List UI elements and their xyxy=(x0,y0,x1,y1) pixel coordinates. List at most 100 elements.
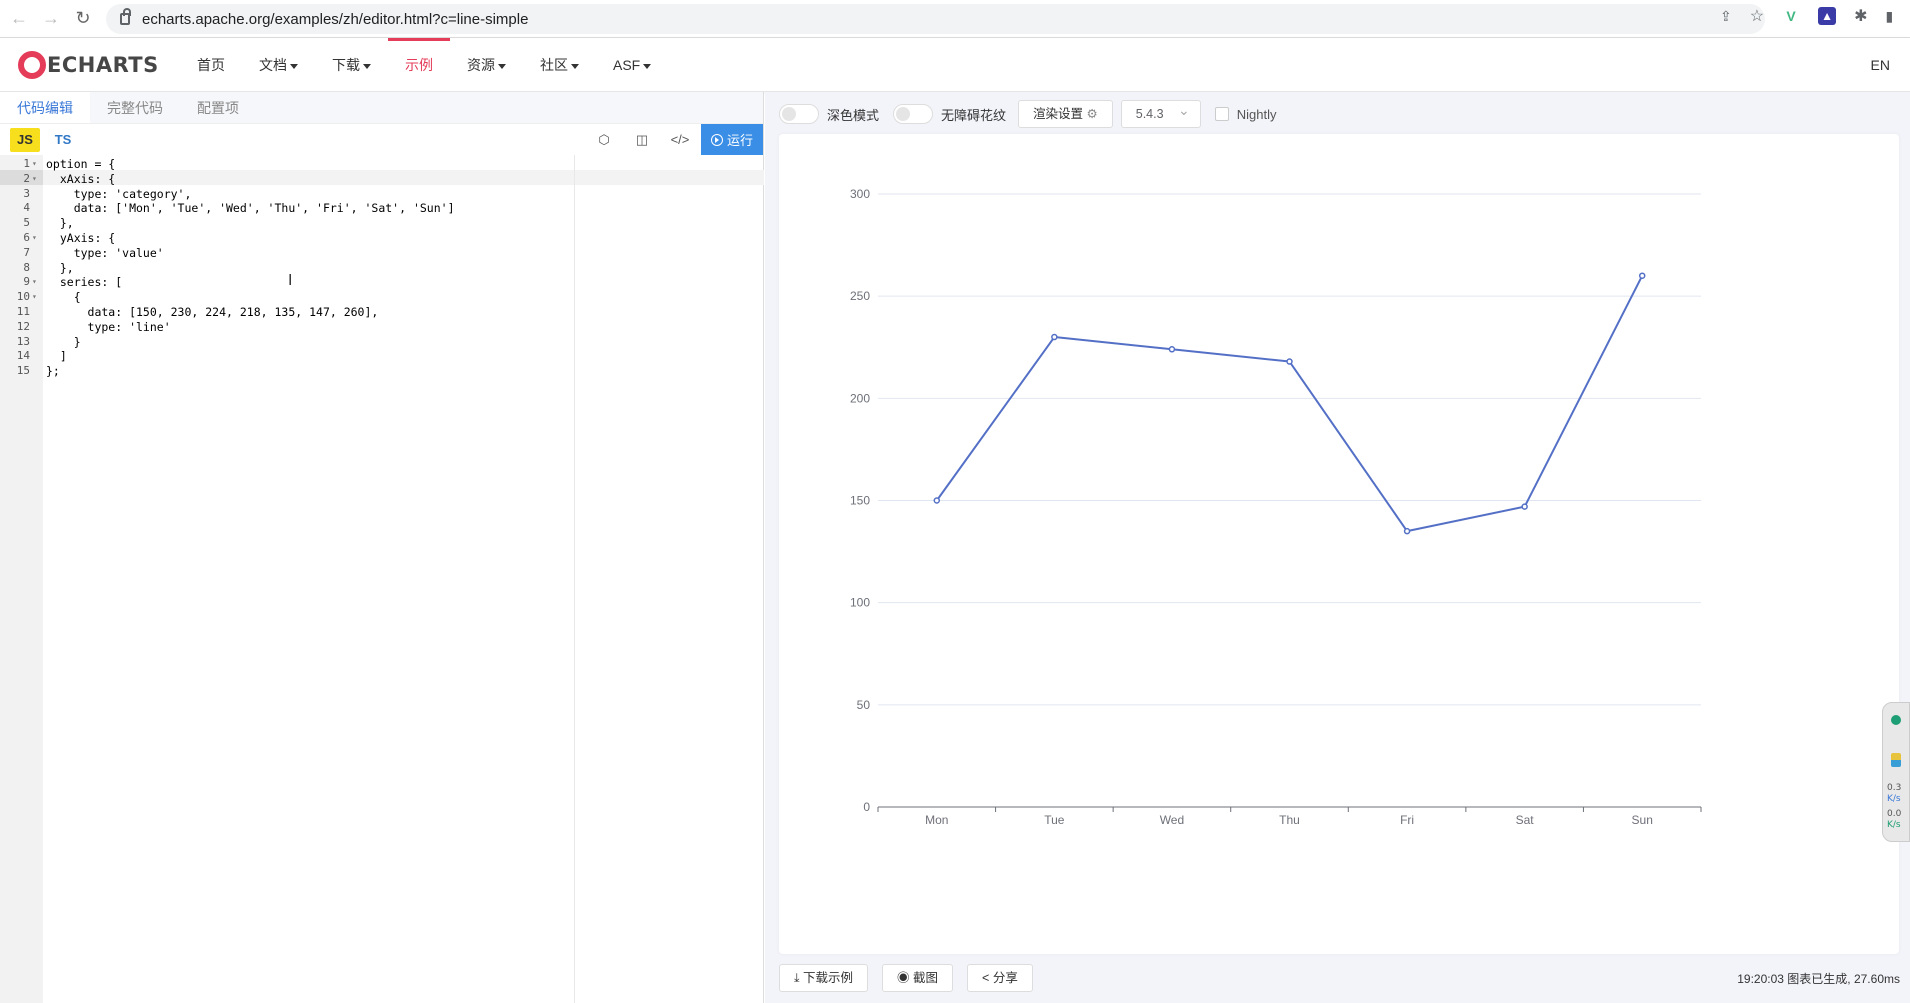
extension-bar: ⇪ ☆ V ▲ ✱ ▮ ⋮ xyxy=(1720,6,1910,26)
line-chart[interactable]: 0 50 100 150 200 250 300 Mon Tue Wed Thu Fri Sat Sun xyxy=(779,134,1899,954)
dark-mode-label: 深色模式 xyxy=(827,107,880,123)
share-icon: < xyxy=(982,971,990,985)
download-speed: 0.0 xyxy=(1887,809,1902,819)
x-tick-label: Sun xyxy=(1632,813,1653,827)
data-point[interactable] xyxy=(1168,346,1176,353)
render-settings-button[interactable]: 渲染设置 ⚙ xyxy=(1018,100,1113,128)
series-line[interactable] xyxy=(935,275,1644,533)
reload-icon[interactable]: ↻ xyxy=(70,6,96,32)
y-tick-label: 100 xyxy=(850,596,870,610)
nightly-label: Nightly xyxy=(1236,106,1277,122)
tab-full-code[interactable]: 完整代码 xyxy=(90,92,180,123)
render-settings-label: 渲染设置 xyxy=(1033,107,1084,121)
nav-item-3[interactable]: 示例 xyxy=(388,38,450,92)
site-header: ECHARTS 首页 文档 下载 示例 资源 社区 ASF EN xyxy=(0,38,1910,92)
vue-extension-icon[interactable]: V xyxy=(1782,7,1800,25)
line-number: 15 xyxy=(16,364,30,378)
code-area[interactable]: 1 ▾ option = {2 ▾ xAxis: {3 type: 'category… xyxy=(0,155,764,1003)
status-dot-icon xyxy=(1891,715,1901,725)
lang-ts-button[interactable]: TS xyxy=(48,128,78,152)
echarts-logo[interactable]: ECHARTS xyxy=(18,51,159,79)
x-tick-label: Mon xyxy=(925,813,948,827)
code-text: }; xyxy=(46,364,60,379)
nav-item-5[interactable]: 社区 xyxy=(523,38,596,92)
tab-code-edit[interactable]: 代码编辑 xyxy=(0,92,90,123)
main-nav: 首页 文档 下载 示例 资源 社区 ASF xyxy=(180,38,668,92)
nav-item-0[interactable]: 首页 xyxy=(180,38,242,92)
download-unit: K/s xyxy=(1887,820,1901,830)
screenshot-button[interactable]: ◉ 截图 xyxy=(882,964,954,992)
nav-item-2[interactable]: 下载 xyxy=(315,38,388,92)
nightly-checkbox[interactable] xyxy=(1214,107,1229,121)
codepen-icon[interactable]: ⬡ xyxy=(585,132,623,148)
nav-item-label: 资源 xyxy=(467,57,495,73)
preview-toolbar: 深色模式 无障碍花纹 渲染设置 ⚙ 5.4.3 Nightly xyxy=(779,97,1277,128)
sidepanel-icon[interactable]: ▮ xyxy=(1885,8,1893,25)
aria-decal-toggle[interactable] xyxy=(893,104,934,124)
editor-tabs: 代码编辑 完整代码 配置项 xyxy=(0,92,763,124)
preview-actions: ⤓ 下载示例 ◉ 截图 < 分享 xyxy=(779,964,1033,992)
chart-container[interactable]: 0 50 100 150 200 250 300 Mon Tue Wed Thu Fri Sat Sun xyxy=(779,134,1899,954)
forward-icon[interactable]: → xyxy=(38,6,64,32)
x-tick-label: Wed xyxy=(1160,813,1184,827)
network-speed-widget[interactable]: 0.3 K/s 0.0 K/s xyxy=(1882,702,1910,842)
data-point[interactable] xyxy=(933,497,941,504)
camera-icon: ◉ xyxy=(897,971,910,985)
caret-down-icon xyxy=(290,63,298,69)
code-line: 15}; xyxy=(0,362,764,380)
browser-toolbar: ← → ↻ echarts.apache.org/examples/zh/edi… xyxy=(0,0,1910,38)
data-point[interactable] xyxy=(1638,272,1646,279)
x-tick-label: Thu xyxy=(1279,813,1300,827)
download-label: 下载示例 xyxy=(803,971,854,985)
x-tick-label: Fri xyxy=(1400,813,1414,827)
caret-down-icon xyxy=(363,63,371,69)
y-tick-label: 50 xyxy=(857,698,871,712)
nav-item-label: 文档 xyxy=(259,57,287,73)
status-text: 19:20:03 图表已生成, 27.60ms xyxy=(1737,972,1900,986)
address-bar[interactable]: echarts.apache.org/examples/zh/editor.ht… xyxy=(106,4,1765,34)
logo-text: ECHARTS xyxy=(47,53,159,77)
caret-down-icon xyxy=(498,63,506,69)
upload-unit: K/s xyxy=(1887,794,1901,804)
tab-options[interactable]: 配置项 xyxy=(180,92,256,123)
puzzle-icon[interactable]: ✱ xyxy=(1854,6,1867,26)
code-editor-panel: 代码编辑 完整代码 配置项 JS TS ⬡ ◫ </> 运行 1 ▾ option … xyxy=(0,92,764,1003)
extension-badge-icon[interactable]: ▲ xyxy=(1818,7,1837,25)
bookmark-star-icon[interactable]: ☆ xyxy=(1750,6,1764,26)
nav-item-label: ASF xyxy=(613,57,641,73)
logo-mark-icon xyxy=(18,51,46,79)
y-tick-label: 250 xyxy=(850,289,870,303)
nav-item-label: 下载 xyxy=(332,57,360,73)
nav-item-1[interactable]: 文档 xyxy=(242,38,315,92)
share-button[interactable]: < 分享 xyxy=(967,964,1033,992)
download-example-button[interactable]: ⤓ 下载示例 xyxy=(779,964,869,992)
y-tick-label: 0 xyxy=(863,800,870,814)
y-tick-label: 150 xyxy=(850,494,870,508)
back-icon[interactable]: ← xyxy=(6,6,32,32)
caret-down-icon xyxy=(571,63,579,69)
version-select[interactable]: 5.4.3 xyxy=(1120,97,1201,128)
language-switch[interactable]: EN xyxy=(1871,57,1890,73)
preview-panel: 深色模式 无障碍花纹 渲染设置 ⚙ 5.4.3 Nightly 0 50 100 15… xyxy=(765,92,1910,1003)
nav-item-label: 社区 xyxy=(540,57,568,73)
nav-item-label: 示例 xyxy=(405,57,433,73)
share-label: 分享 xyxy=(992,971,1018,985)
aria-decal-label: 无障碍花纹 xyxy=(941,107,1007,123)
data-point[interactable] xyxy=(1403,527,1411,535)
run-label: 运行 xyxy=(726,133,753,148)
lock-icon xyxy=(120,8,131,25)
data-point[interactable] xyxy=(1051,333,1058,341)
lang-js-button[interactable]: JS xyxy=(10,127,40,152)
run-button[interactable]: 运行 xyxy=(701,124,763,155)
x-tick-label: Sat xyxy=(1516,813,1535,827)
codesandbox-icon[interactable]: ◫ xyxy=(623,132,661,148)
share-page-icon[interactable]: ⇪ xyxy=(1720,8,1732,25)
nav-item-4[interactable]: 资源 xyxy=(450,38,523,92)
embed-code-icon[interactable]: </> xyxy=(661,132,699,147)
nav-item-6[interactable]: ASF xyxy=(596,38,668,92)
data-point[interactable] xyxy=(1521,503,1528,510)
upload-speed: 0.3 xyxy=(1887,783,1902,793)
data-point[interactable] xyxy=(1286,358,1293,365)
dark-mode-toggle[interactable] xyxy=(779,104,819,124)
download-icon: ⤓ xyxy=(794,971,800,985)
